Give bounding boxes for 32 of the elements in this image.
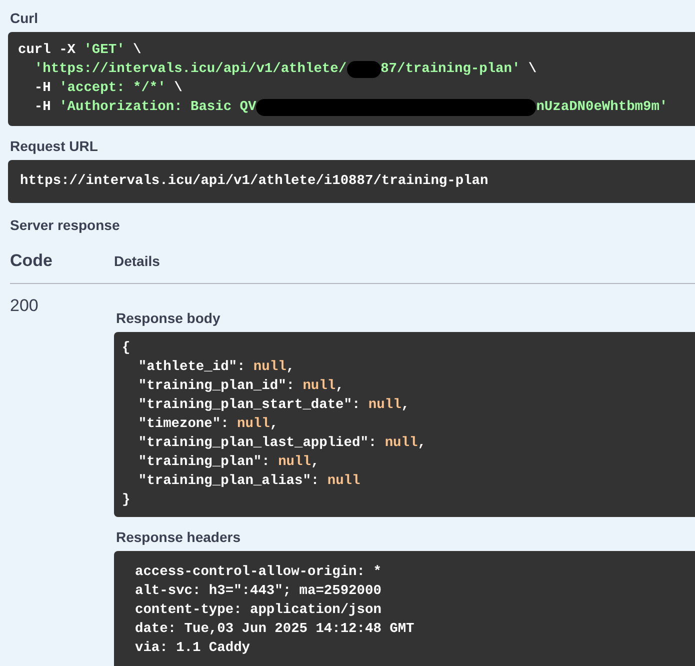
code-text: 87/training-plan' <box>380 61 520 79</box>
code-line: date: Tue,03 Jun 2025 14:12:48 GMT <box>135 621 416 639</box>
code-text: \ <box>527 61 537 79</box>
section-title: Request URL <box>9 137 98 154</box>
code-line: "training_plan_last_applied": null, <box>137 435 427 453</box>
code-line: } <box>122 492 132 510</box>
request-url: https://intervals.icu/api/v1/athlete/i10887/training-plan <box>20 173 490 191</box>
code-line: "timezone": null, <box>137 416 280 434</box>
redaction-mark <box>346 61 381 78</box>
code-line: "training_plan_start_date": null, <box>137 397 410 415</box>
section-title: Curl <box>9 9 38 26</box>
code-line: "training_plan": null, <box>137 454 320 472</box>
code-line: "training_plan_alias": null <box>137 473 362 491</box>
code-line: content-type: application/json <box>135 602 382 620</box>
section-title: Response headers <box>115 528 240 545</box>
code-line: access-control-allow-origin: * <box>135 564 382 582</box>
code-text: 'Authorization: Basic QV <box>59 99 256 117</box>
code-line: "training_plan_id": null, <box>137 378 345 396</box>
code-line: "athlete_id": null, <box>137 359 296 377</box>
column-header: Details <box>114 253 160 269</box>
code-text: nUzaDN0eWhtbm9m' <box>536 99 668 117</box>
status-code: 200 <box>10 296 40 316</box>
column-header: Code <box>10 251 54 271</box>
code-line: alt-svc: h3=":443"; ma=2592000 <box>135 583 382 601</box>
code-text: -H <box>33 99 52 117</box>
code-line: via: 1.1 Caddy <box>135 640 251 658</box>
section-title: Server response <box>9 216 120 233</box>
section-title: Response body <box>115 309 220 326</box>
code-line: { <box>122 340 132 358</box>
code-line: curl -X 'GET' \ <box>18 42 142 60</box>
code-text: 'https://intervals.icu/api/v1/athlete/ <box>33 61 347 79</box>
code-line: -H 'accept: */*' \ <box>33 80 184 98</box>
